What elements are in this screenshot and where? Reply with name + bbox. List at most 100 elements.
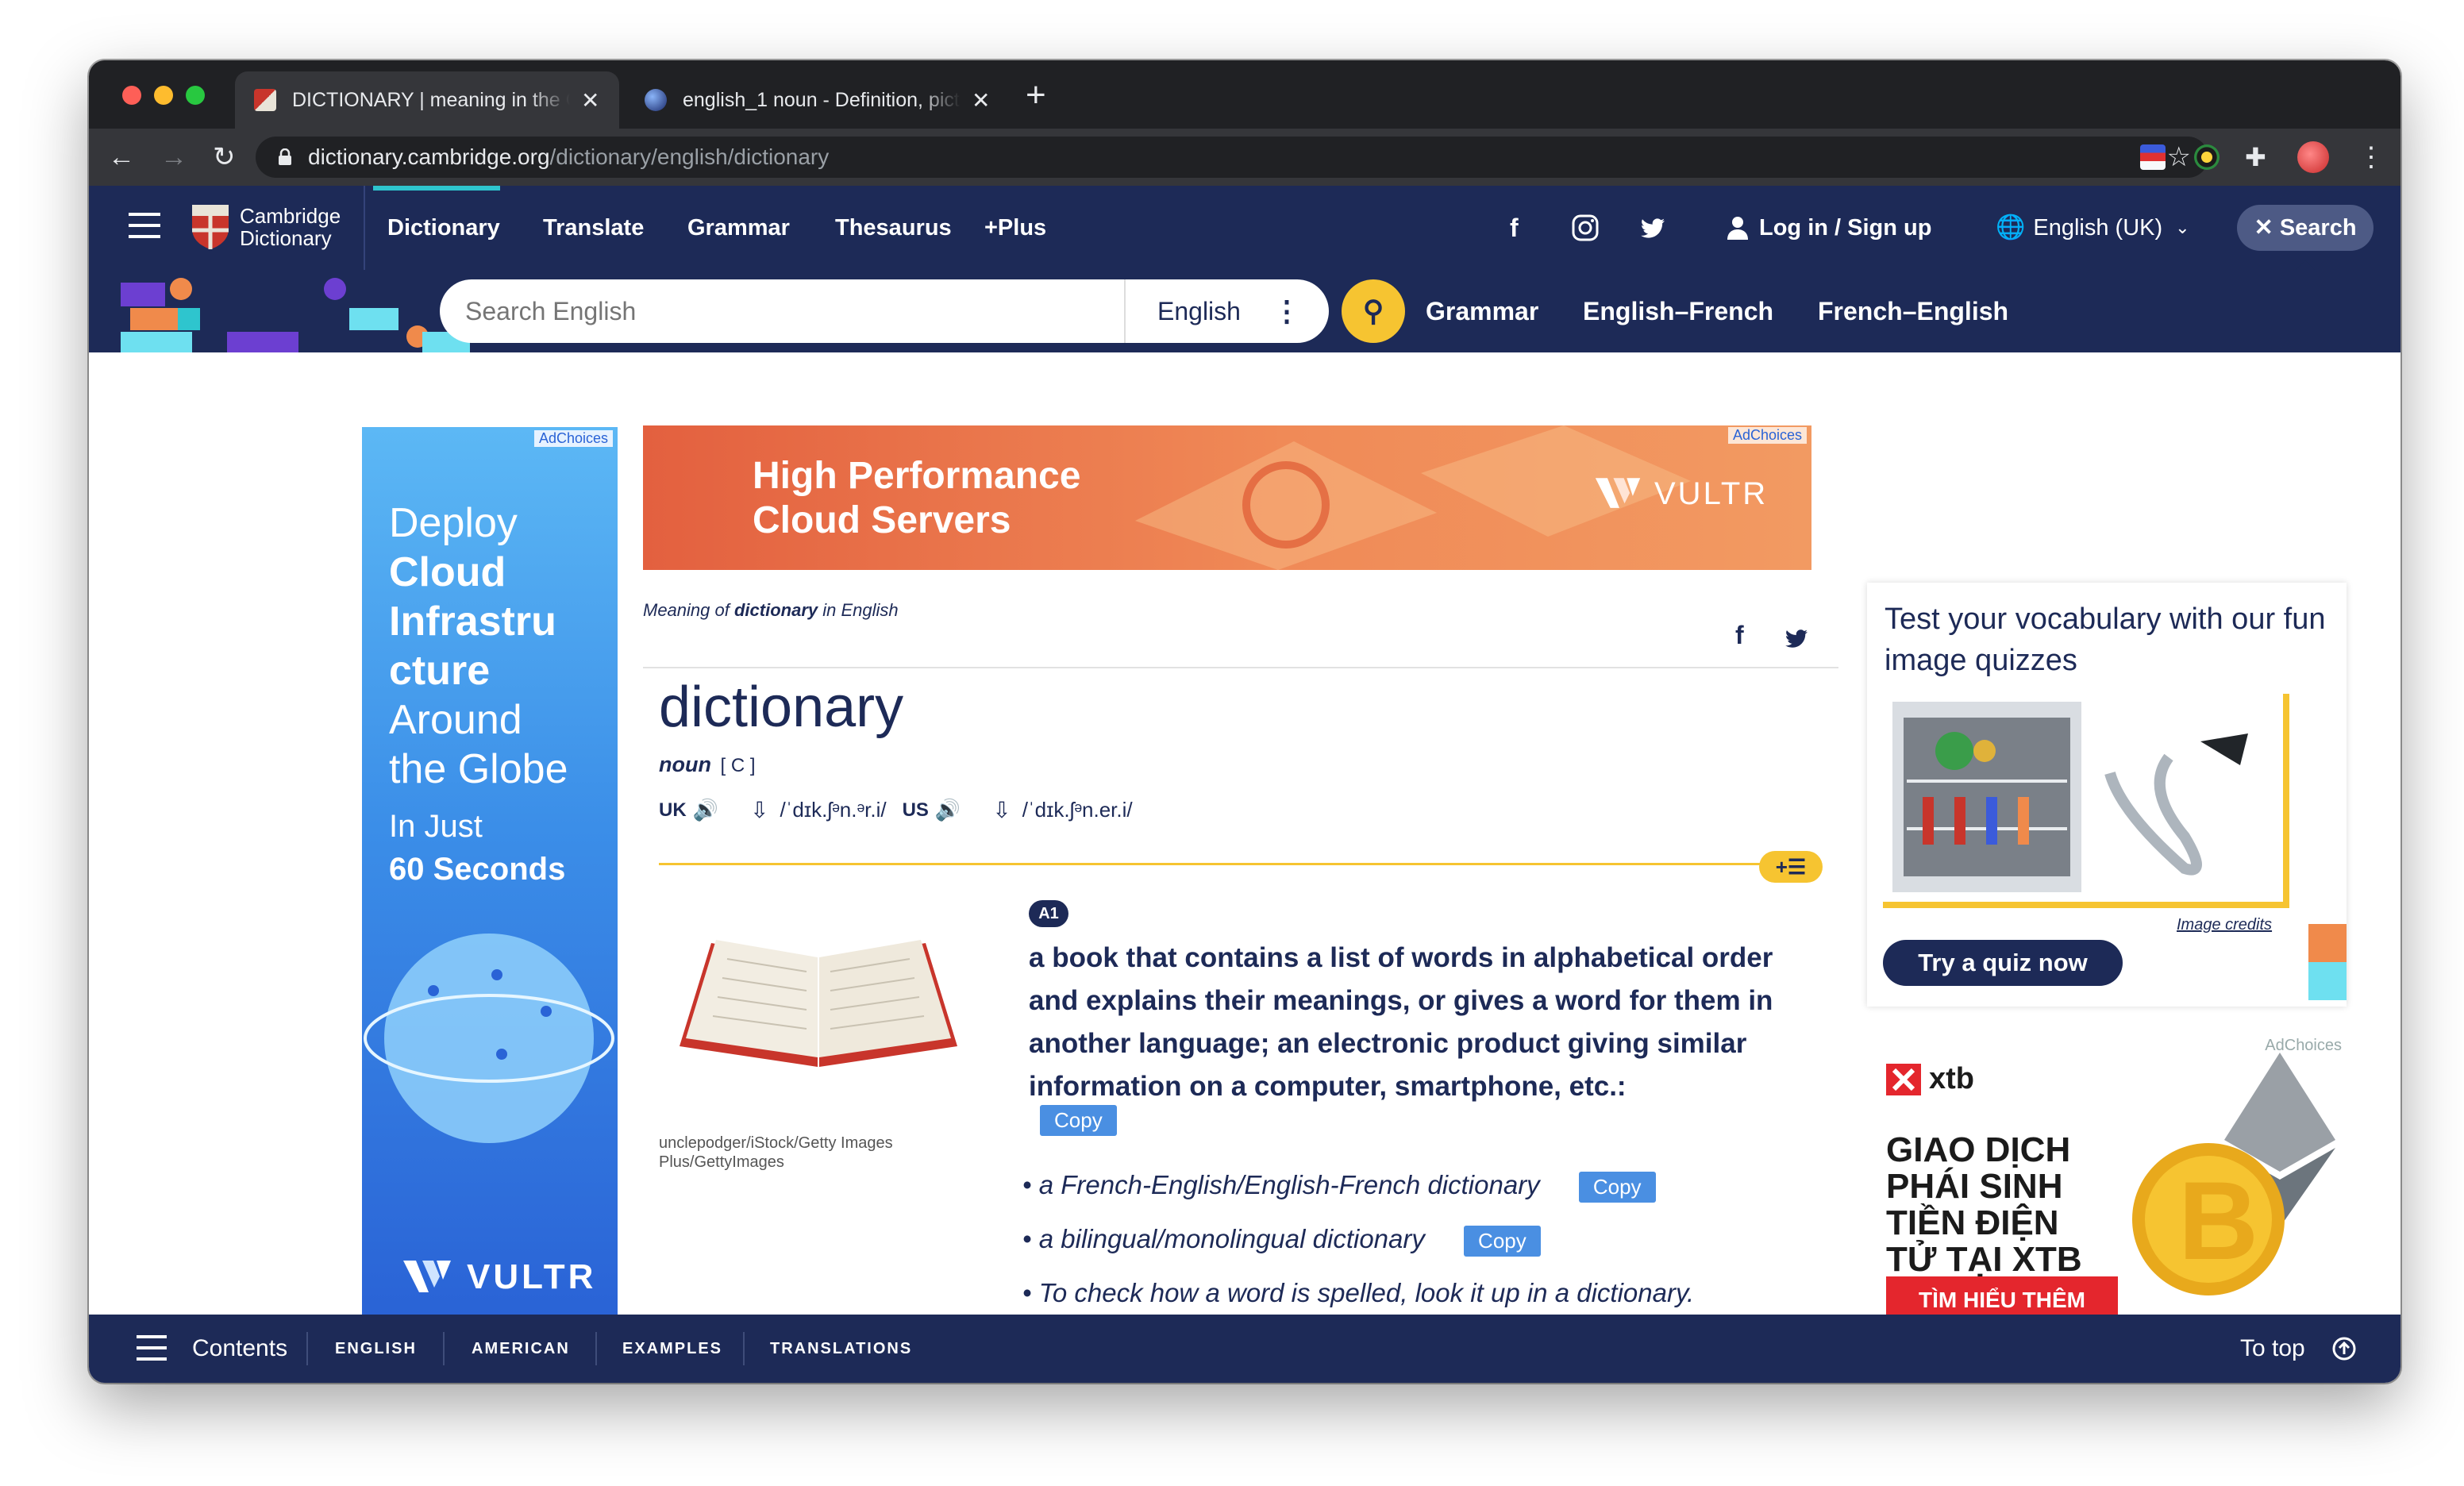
top-banner-ad[interactable]: AdChoices High Performance Cloud Servers… <box>643 425 1811 570</box>
instagram-icon[interactable] <box>1572 214 1599 241</box>
back-arrow-icon[interactable]: ← <box>108 138 135 176</box>
contents-button[interactable]: Contents <box>192 1315 287 1383</box>
extensions-puzzle-icon[interactable]: ✚ <box>2245 138 2266 176</box>
image-credits-link[interactable]: Image credits <box>2177 916 2272 934</box>
download-uk-icon[interactable]: ⇩ <box>750 797 768 823</box>
ad-headline-1: High Performance <box>753 455 1081 497</box>
share-twitter-icon[interactable] <box>1784 629 1808 649</box>
search-link-english-french[interactable]: English–French <box>1583 270 1773 352</box>
oxford-favicon-icon <box>645 89 667 111</box>
crypto-coins-illustration: B <box>2132 1053 2335 1295</box>
us-audio-icon[interactable]: 🔊 <box>935 798 961 822</box>
nav-dictionary[interactable]: Dictionary <box>387 186 500 270</box>
share-facebook-icon[interactable]: f <box>1735 621 1744 650</box>
login-link[interactable]: Log in / Sign up <box>1727 186 1931 270</box>
page-content: AdChoices Deploy Cloud Infrastru cture A… <box>89 352 2400 1315</box>
chevron-down-icon: ⌄ <box>2175 218 2190 237</box>
ad-brand: VULTR <box>1654 475 1769 511</box>
pronunciation-row: UK 🔊 ⇩ /ˈdɪk.ʃᵊn.ᵊr.i/ US 🔊 ⇩ /ˈdɪk.ʃᵊn.… <box>659 797 1133 823</box>
minimize-window-button[interactable] <box>154 86 173 105</box>
close-icon: ✕ <box>2254 215 2273 241</box>
xtb-logo-icon <box>1886 1063 1921 1095</box>
cefr-level-badge: A1 <box>1029 900 1068 927</box>
adchoices-label[interactable]: AdChoices <box>1727 427 1807 444</box>
hamburger-menu-icon[interactable] <box>129 213 160 241</box>
ad-line: TỬ TẠI XTB <box>1886 1240 2082 1279</box>
ad-line: 60 Seconds <box>389 852 566 887</box>
search-link-french-english[interactable]: French–English <box>1818 270 2008 352</box>
url-host: dictionary.cambridge.org <box>308 144 550 169</box>
language-label: English (UK) <box>2033 215 2163 241</box>
arrow-up-circle-icon[interactable] <box>2332 1337 2356 1361</box>
bookmark-star-icon[interactable]: ☆ <box>2167 141 2191 173</box>
search-input[interactable] <box>465 296 1124 326</box>
ad-line: the Globe <box>389 746 568 792</box>
quiz-image <box>1892 702 2248 892</box>
quiz-title: Test your vocabulary with our fun image … <box>1885 602 2326 677</box>
us-ipa: /ˈdɪk.ʃᵊn.er.i/ <box>1022 798 1133 822</box>
section-link-american[interactable]: AMERICAN <box>472 1315 570 1383</box>
contents-menu-icon[interactable] <box>137 1335 167 1361</box>
quiz-images[interactable] <box>1883 694 2289 908</box>
close-window-button[interactable] <box>122 86 141 105</box>
new-tab-button[interactable]: + <box>1026 78 1046 113</box>
ad-line: Deploy <box>389 500 518 546</box>
vultr-logo-icon <box>1595 478 1641 508</box>
site-logo[interactable]: Cambridge Dictionary <box>191 203 341 251</box>
section-link-english[interactable]: ENGLISH <box>335 1315 417 1383</box>
forward-arrow-icon[interactable]: → <box>160 138 187 176</box>
section-link-examples[interactable]: EXAMPLES <box>622 1315 722 1383</box>
uk-label: UK <box>659 799 687 821</box>
ad-line: Around <box>389 697 522 743</box>
search-button[interactable]: ⚲ <box>1342 279 1405 343</box>
twitter-icon[interactable] <box>1640 218 1665 240</box>
address-bar[interactable]: dictionary.cambridge.org/dictionary/engl… <box>256 137 2208 178</box>
reload-icon[interactable]: ↻ <box>213 138 236 176</box>
search-bar-row: English ⋮ ⚲ Grammar English–French Frenc… <box>89 270 2400 352</box>
headword: dictionary <box>659 676 904 739</box>
example-item: • To check how a word is spelled, look i… <box>1022 1278 1695 1307</box>
copy-button[interactable]: Copy <box>1578 1171 1656 1203</box>
copy-button[interactable]: Copy <box>1464 1225 1541 1257</box>
close-tab-icon[interactable]: ✕ <box>581 87 599 114</box>
try-quiz-button[interactable]: Try a quiz now <box>1883 940 2123 986</box>
extension-circle-icon[interactable] <box>2194 144 2220 170</box>
copy-button[interactable]: Copy <box>1040 1105 1117 1136</box>
browser-menu-icon[interactable]: ⋮ <box>2358 138 2385 176</box>
ad-line: In Just <box>389 809 483 844</box>
language-selector[interactable]: 🌐 English (UK) ⌄ <box>1996 186 2190 270</box>
nav-plus[interactable]: +Plus <box>984 186 1046 270</box>
search-link-grammar[interactable]: Grammar <box>1426 270 1538 352</box>
part-of-speech: noun <box>659 753 711 776</box>
facebook-icon[interactable]: f <box>1510 186 1519 270</box>
tab-strip: DICTIONARY | meaning in the Cambridge En… <box>89 60 2400 129</box>
section-link-translations[interactable]: TRANSLATIONS <box>770 1315 912 1383</box>
profile-avatar[interactable] <box>2297 141 2329 173</box>
browser-tab[interactable]: english_1 noun - Definition, pictures, p… <box>626 71 1010 129</box>
add-to-list-button[interactable]: +☰ <box>1759 851 1823 883</box>
ad-line: GIAO DỊCH <box>1886 1130 2071 1169</box>
close-tab-icon[interactable]: ✕ <box>972 87 990 114</box>
browser-tab-active[interactable]: DICTIONARY | meaning in the Cambridge En… <box>235 71 619 129</box>
search-toggle-button[interactable]: ✕ Search <box>2237 205 2374 251</box>
adchoices-label[interactable]: AdChoices <box>533 430 613 447</box>
download-us-icon[interactable]: ⇩ <box>992 797 1011 823</box>
more-options-icon[interactable]: ⋮ <box>1272 295 1301 328</box>
extension-flag-icon[interactable] <box>2140 144 2166 170</box>
ad-cta-button[interactable]: TÌM HIỂU THÊM <box>1886 1276 2118 1315</box>
bottom-bar: Contents ENGLISH AMERICAN EXAMPLES TRANS… <box>89 1315 2400 1383</box>
to-top-link[interactable]: To top <box>2240 1315 2305 1383</box>
tab-title: DICTIONARY | meaning in the Cambridge En… <box>292 88 570 111</box>
decorative-blocks <box>121 278 470 352</box>
nav-translate[interactable]: Translate <box>543 186 644 270</box>
dictionary-select[interactable]: English <box>1157 297 1241 326</box>
ad-line: Cloud <box>389 549 506 595</box>
site-header: Cambridge Dictionary Dictionary Translat… <box>89 186 2400 270</box>
maximize-window-button[interactable] <box>186 86 205 105</box>
uk-audio-icon[interactable]: 🔊 <box>693 798 718 822</box>
right-ad[interactable]: AdChoices xtb B GIAO DỊCH PHÁI SINH TIỀN… <box>1867 1037 2347 1315</box>
nav-grammar[interactable]: Grammar <box>687 186 790 270</box>
example-item: • a French-English/English-French dictio… <box>1022 1170 1656 1203</box>
nav-thesaurus[interactable]: Thesaurus <box>835 186 952 270</box>
left-ad[interactable]: AdChoices Deploy Cloud Infrastru cture A… <box>362 427 618 1315</box>
